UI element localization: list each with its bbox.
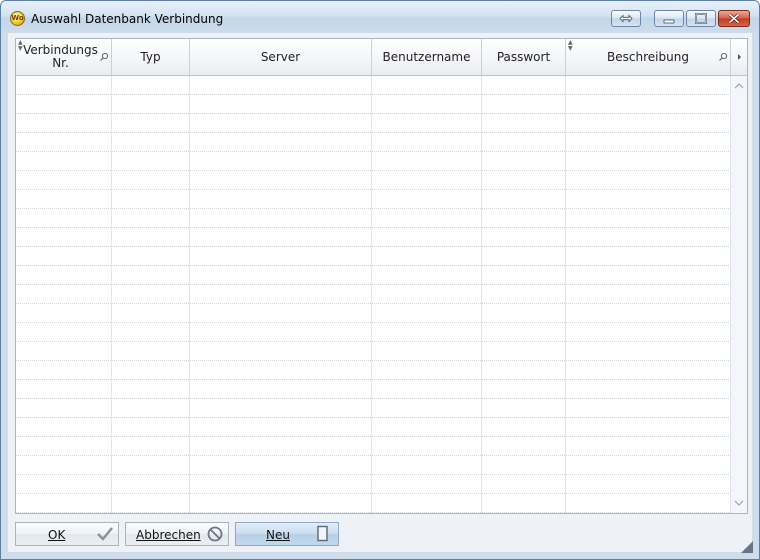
empty-row <box>16 209 729 228</box>
column-label: Server <box>260 49 301 64</box>
dialog-window: Wo Auswahl Datenbank Verbindung ▲ ▼ Verb… <box>0 0 760 560</box>
triangle-right-icon <box>738 54 741 60</box>
empty-row <box>16 171 729 190</box>
close-icon <box>728 13 740 24</box>
dialog-client-area: ▲ ▼ Verbindungs Nr. Typ Server Benutzerna… <box>8 33 752 552</box>
empty-row <box>16 247 729 266</box>
empty-row <box>16 95 729 114</box>
sort-arrows-icon[interactable]: ▲ ▼ <box>568 40 573 52</box>
empty-row <box>16 76 729 95</box>
cancel-label: Abbrechen <box>136 528 201 542</box>
empty-row <box>16 190 729 209</box>
new-button[interactable]: Neu <box>235 522 339 546</box>
column-header-typ[interactable]: Typ <box>112 39 190 75</box>
empty-row <box>16 114 729 133</box>
empty-row <box>16 342 729 361</box>
grid-body[interactable] <box>16 76 729 513</box>
chevron-up-icon[interactable] <box>731 78 747 94</box>
title-bar[interactable]: Wo Auswahl Datenbank Verbindung <box>1 1 759 33</box>
column-divider <box>481 76 482 513</box>
vertical-scrollbar[interactable] <box>730 76 747 513</box>
column-label: Verbindungs Nr. <box>23 43 98 70</box>
empty-row <box>16 133 729 152</box>
new-label: Neu <box>266 528 290 542</box>
new-document-icon <box>317 525 328 542</box>
column-header-passwort[interactable]: Passwort <box>482 39 566 75</box>
column-label: Beschreibung <box>607 49 689 64</box>
empty-row <box>16 285 729 304</box>
empty-row <box>16 418 729 437</box>
empty-row <box>16 228 729 247</box>
chevron-down-icon[interactable] <box>731 495 747 511</box>
ok-label: OK <box>48 528 66 542</box>
column-label: Benutzername <box>382 49 471 64</box>
search-filter-icon[interactable] <box>718 52 728 62</box>
restore-arrows-button[interactable] <box>611 10 641 27</box>
maximize-icon <box>695 13 707 24</box>
connections-grid[interactable]: ▲ ▼ Verbindungs Nr. Typ Server Benutzerna… <box>15 38 748 514</box>
minimize-button[interactable] <box>654 10 684 27</box>
resize-grip-icon[interactable] <box>741 541 753 553</box>
empty-row <box>16 380 729 399</box>
empty-row <box>16 399 729 418</box>
column-label: Typ <box>140 49 161 64</box>
search-filter-icon[interactable] <box>99 52 109 62</box>
column-header-benutzername[interactable]: Benutzername <box>372 39 482 75</box>
column-header-server[interactable]: Server <box>190 39 372 75</box>
empty-row <box>16 494 729 513</box>
column-label: Passwort <box>496 49 551 64</box>
wo-coin-icon: Wo <box>10 11 25 26</box>
empty-row <box>16 152 729 171</box>
sort-arrows-icon[interactable]: ▲ ▼ <box>18 40 23 52</box>
empty-row <box>16 437 729 456</box>
empty-row <box>16 304 729 323</box>
empty-row <box>16 475 729 494</box>
cancel-button[interactable]: Abbrechen <box>125 522 229 546</box>
prohibited-icon <box>207 526 223 542</box>
grid-header: ▲ ▼ Verbindungs Nr. Typ Server Benutzerna… <box>16 39 747 76</box>
column-divider <box>371 76 372 513</box>
close-button[interactable] <box>718 10 750 27</box>
minimize-icon <box>663 19 675 24</box>
column-divider <box>565 76 566 513</box>
empty-row <box>16 266 729 285</box>
ok-button[interactable]: OK <box>15 522 119 546</box>
empty-row <box>16 456 729 475</box>
column-divider <box>189 76 190 513</box>
maximize-button[interactable] <box>686 10 716 27</box>
empty-row <box>16 361 729 380</box>
empty-row <box>16 323 729 342</box>
window-title: Auswahl Datenbank Verbindung <box>31 12 224 26</box>
restore-arrows-icon <box>619 14 633 23</box>
column-divider <box>111 76 112 513</box>
checkmark-icon <box>97 527 113 541</box>
scroll-columns-right-button[interactable] <box>730 39 747 75</box>
column-header-beschreibung[interactable]: ▲ ▼ Beschreibung <box>566 39 731 75</box>
column-header-verbindungs-nr[interactable]: ▲ ▼ Verbindungs Nr. <box>16 39 112 75</box>
